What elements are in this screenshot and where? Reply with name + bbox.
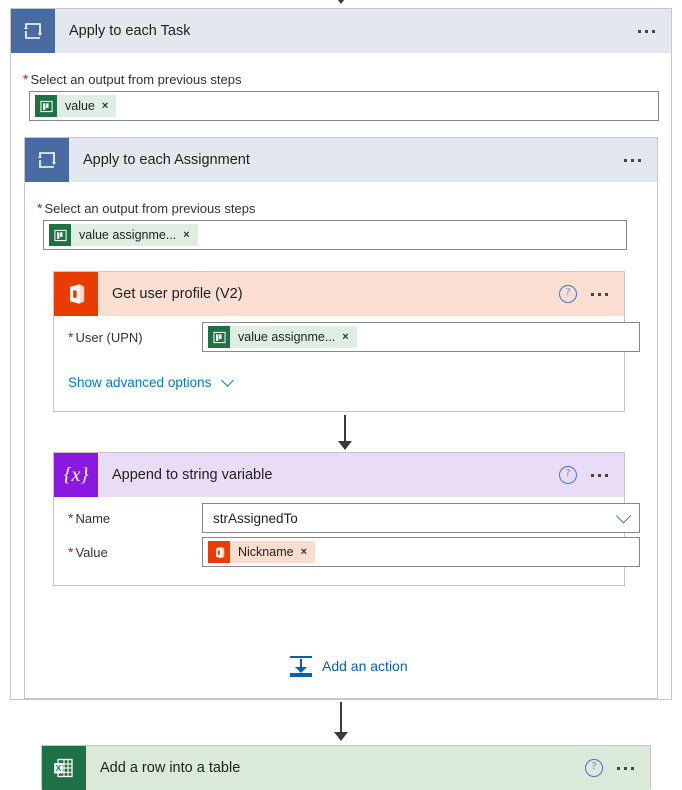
token-remove-icon[interactable]: ×: [301, 546, 307, 558]
show-advanced-options-link[interactable]: Show advanced options: [68, 374, 235, 390]
connector-arrow-loop-to-excel: [334, 702, 348, 741]
get-user-profile-header[interactable]: Get user profile (V2) ?: [54, 272, 624, 316]
token-value-assignment[interactable]: value assignme... ×: [49, 224, 198, 246]
office365-icon: [208, 541, 230, 563]
variable-value-input[interactable]: Nickname ×: [202, 537, 640, 567]
inner-loop-required-marker: *: [37, 200, 43, 216]
apply-to-each-assignment-title: Apply to each Assignment: [83, 152, 250, 168]
loop-icon: [25, 138, 69, 182]
excel-icon: X: [42, 746, 86, 790]
apply-to-each-assignment-card[interactable]: Apply to each Assignment * Select an out…: [24, 137, 658, 699]
planner-icon: [208, 326, 230, 348]
chevron-down-icon[interactable]: [221, 374, 235, 387]
token-nickname[interactable]: Nickname ×: [208, 541, 316, 563]
token-user-upn[interactable]: value assignme... ×: [208, 326, 357, 348]
outer-loop-output-input[interactable]: value ×: [29, 91, 659, 121]
append-to-string-variable-header[interactable]: {x} Append to string variable ?: [54, 453, 624, 497]
token-user-upn-text: value assignme...: [238, 330, 336, 344]
add-a-row-into-a-table-more-button[interactable]: [617, 766, 634, 770]
variable-name-value: strAssignedTo: [213, 510, 298, 526]
add-a-row-into-a-table-header[interactable]: X Add a row into a table ?: [42, 746, 650, 790]
outer-loop-required-marker: *: [23, 71, 29, 87]
append-to-string-variable-card[interactable]: {x} Append to string variable ? * Name s…: [53, 452, 640, 586]
token-nickname-text: Nickname: [238, 545, 294, 559]
add-a-row-into-a-table-title: Add a row into a table: [100, 760, 241, 776]
append-to-string-variable-more-button[interactable]: [591, 473, 608, 477]
user-upn-label: User (UPN): [75, 329, 143, 345]
token-value-text: value: [65, 99, 95, 113]
connector-arrow-profile-to-variable: [338, 415, 352, 450]
user-upn-label-row: * User (UPN): [68, 329, 143, 345]
variable-name-label: Name: [75, 510, 111, 526]
outer-loop-input-label: Select an output from previous steps: [30, 71, 242, 87]
get-user-profile-title: Get user profile (V2): [112, 286, 243, 302]
loop-icon: [11, 9, 55, 53]
apply-to-each-task-header[interactable]: Apply to each Task: [11, 9, 671, 53]
add-a-row-into-a-table-card[interactable]: X Add a row into a table ?: [41, 745, 651, 790]
help-icon[interactable]: ?: [559, 466, 577, 484]
office365-icon: [54, 272, 98, 316]
user-upn-required-marker: *: [68, 329, 74, 345]
inner-loop-input-label-row: * Select an output from previous steps: [37, 200, 255, 216]
planner-icon: [49, 224, 71, 246]
help-icon[interactable]: ?: [585, 759, 603, 777]
add-an-action-button[interactable]: Add an action: [290, 655, 408, 677]
token-remove-icon[interactable]: ×: [183, 229, 189, 241]
apply-to-each-task-title: Apply to each Task: [69, 23, 191, 39]
svg-text:X: X: [56, 763, 62, 773]
incoming-connector-arrow: [334, 0, 348, 4]
get-user-profile-more-button[interactable]: [591, 292, 608, 296]
apply-to-each-assignment-more-button[interactable]: [624, 158, 641, 162]
show-advanced-options-label[interactable]: Show advanced options: [68, 375, 211, 390]
apply-to-each-task-more-button[interactable]: [638, 29, 655, 33]
chevron-down-icon[interactable]: [615, 507, 632, 523]
token-value-assignment-text: value assignme...: [79, 228, 177, 242]
apply-to-each-assignment-header[interactable]: Apply to each Assignment: [25, 138, 657, 182]
token-value[interactable]: value ×: [35, 95, 117, 117]
variable-name-required-marker: *: [68, 510, 74, 526]
variable-name-dropdown[interactable]: strAssignedTo: [202, 503, 640, 533]
variable-braces-icon: {x}: [54, 453, 98, 497]
inner-loop-input-label: Select an output from previous steps: [44, 200, 256, 216]
token-remove-icon[interactable]: ×: [102, 100, 108, 112]
append-to-string-variable-title: Append to string variable: [112, 467, 273, 483]
get-user-profile-card[interactable]: Get user profile (V2) ? * User (UPN) val…: [53, 271, 640, 412]
variable-value-label: Value: [75, 544, 108, 560]
token-remove-icon[interactable]: ×: [342, 331, 348, 343]
help-icon[interactable]: ?: [559, 285, 577, 303]
apply-to-each-task-card[interactable]: Apply to each Task * Select an output fr…: [10, 8, 672, 700]
variable-value-label-row: * Value: [68, 544, 108, 560]
user-upn-input[interactable]: value assignme... ×: [202, 322, 640, 352]
variable-value-required-marker: *: [68, 544, 74, 560]
planner-icon: [35, 95, 57, 117]
add-action-icon: [290, 655, 312, 677]
inner-loop-output-input[interactable]: value assignme... ×: [43, 220, 627, 250]
variable-name-label-row: * Name: [68, 510, 110, 526]
add-an-action-label: Add an action: [322, 658, 408, 674]
outer-loop-input-label-row: * Select an output from previous steps: [23, 71, 241, 87]
